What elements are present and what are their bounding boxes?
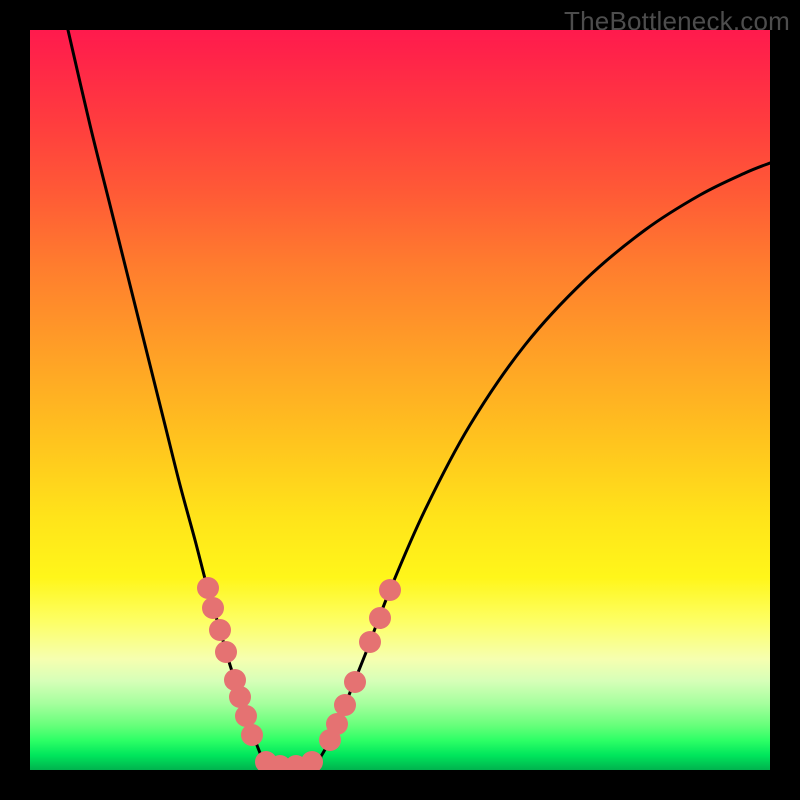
curve-svg bbox=[30, 30, 770, 770]
bead-marker bbox=[344, 671, 366, 693]
bead-marker bbox=[369, 607, 391, 629]
chart-frame: TheBottleneck.com bbox=[0, 0, 800, 800]
bead-marker bbox=[229, 686, 251, 708]
bead-marker bbox=[241, 724, 263, 746]
bead-marker bbox=[202, 597, 224, 619]
bead-marker bbox=[235, 705, 257, 727]
bead-marker bbox=[209, 619, 231, 641]
plot-area bbox=[30, 30, 770, 770]
bead-marker bbox=[197, 577, 219, 599]
bead-marker bbox=[215, 641, 237, 663]
bottleneck-curve bbox=[68, 30, 770, 767]
bead-marker bbox=[334, 694, 356, 716]
bead-marker bbox=[359, 631, 381, 653]
bead-markers bbox=[197, 577, 401, 770]
bead-marker bbox=[379, 579, 401, 601]
bead-marker bbox=[301, 751, 323, 770]
bead-marker bbox=[326, 713, 348, 735]
